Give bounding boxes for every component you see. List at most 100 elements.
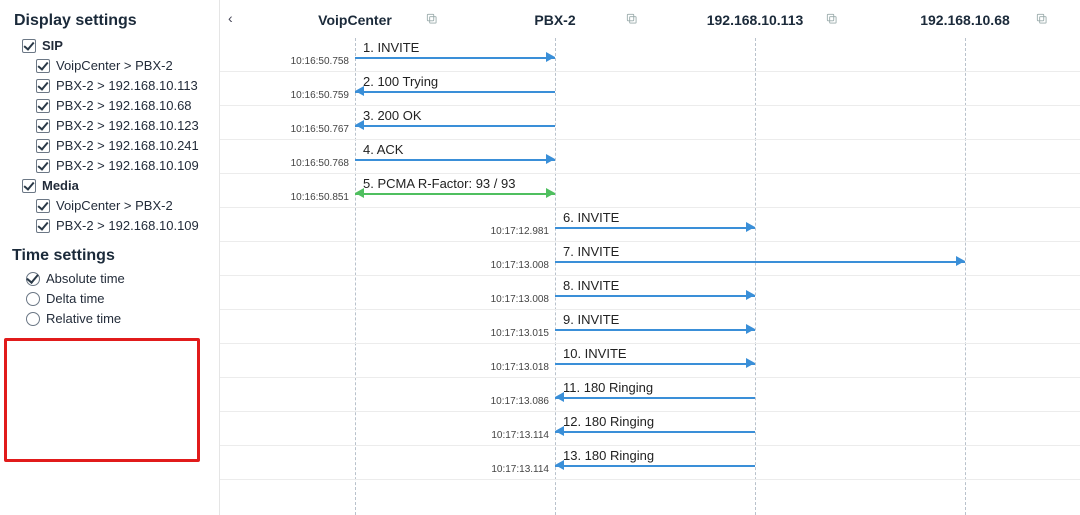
sip-item[interactable]: PBX-2 > 192.168.10.123 xyxy=(36,118,207,133)
copy-icon[interactable] xyxy=(825,12,841,28)
message-row[interactable]: 10:16:50.758 1. INVITE xyxy=(220,38,1080,72)
message-time: 10:17:13.008 xyxy=(479,260,549,271)
message-row[interactable]: 10:17:13.015 9. INVITE xyxy=(220,310,1080,344)
message-row[interactable]: 10:16:50.851 5. PCMA R-Factor: 93 / 93 xyxy=(220,174,1080,208)
display-settings-heading: Display settings xyxy=(14,12,207,30)
message-time: 10:17:13.018 xyxy=(479,362,549,373)
message-label: 5. PCMA R-Factor: 93 / 93 xyxy=(363,176,515,191)
radio-icon xyxy=(26,312,40,326)
arrow-right-icon xyxy=(746,324,755,334)
message-arrow-line xyxy=(355,91,555,93)
message-row[interactable]: 10:17:13.086 11. 180 Ringing xyxy=(220,378,1080,412)
message-time: 10:17:13.114 xyxy=(479,464,549,475)
message-arrow-line xyxy=(555,465,755,467)
message-row[interactable]: 10:17:13.0088. INVITE xyxy=(220,276,1080,310)
checkbox-icon xyxy=(22,179,36,193)
sip-item[interactable]: PBX-2 > 192.168.10.113 xyxy=(36,78,207,93)
message-arrow-line xyxy=(555,295,755,297)
copy-icon[interactable] xyxy=(425,12,441,28)
message-time: 10:16:50.768 xyxy=(279,158,349,169)
sip-group-label: SIP xyxy=(42,38,63,53)
arrow-left-icon xyxy=(555,392,564,402)
message-arrow-line xyxy=(555,329,755,331)
message-arrow-line xyxy=(555,397,755,399)
sip-item-label: VoipCenter > PBX-2 xyxy=(56,58,173,73)
arrow-right-icon xyxy=(546,154,555,164)
message-row[interactable]: 10:17:13.008 7. INVITE xyxy=(220,242,1080,276)
message-label: 3. 200 OK xyxy=(363,108,422,123)
checkbox-icon xyxy=(36,99,50,113)
sip-item[interactable]: PBX-2 > 192.168.10.241 xyxy=(36,138,207,153)
sip-item-label: PBX-2 > 192.168.10.68 xyxy=(56,98,192,113)
message-row[interactable]: 10:16:50.7592. 100 Trying xyxy=(220,72,1080,106)
time-settings-heading: Time settings xyxy=(12,247,207,265)
message-row[interactable]: 10:17:13.01810. INVITE xyxy=(220,344,1080,378)
arrow-right-icon xyxy=(546,52,555,62)
message-row[interactable]: 10:16:50.767 3. 200 OK xyxy=(220,106,1080,140)
message-time: 10:16:50.767 xyxy=(279,124,349,135)
message-label: 11. 180 Ringing xyxy=(563,380,653,395)
checkbox-icon xyxy=(36,139,50,153)
time-option-relative[interactable]: Relative time xyxy=(26,311,207,326)
sip-item[interactable]: PBX-2 > 192.168.10.109 xyxy=(36,158,207,173)
message-label: 13. 180 Ringing xyxy=(563,448,654,463)
copy-icon[interactable] xyxy=(1035,12,1051,28)
message-row[interactable]: 10:17:13.114 13. 180 Ringing xyxy=(220,446,1080,480)
checkbox-icon xyxy=(36,79,50,93)
message-time: 10:16:50.758 xyxy=(279,56,349,67)
message-row[interactable]: 10:17:13.11412. 180 Ringing xyxy=(220,412,1080,446)
lane-header: PBX-2 xyxy=(475,0,635,28)
message-row[interactable]: 10:17:12.9816. INVITE xyxy=(220,208,1080,242)
copy-icon[interactable] xyxy=(625,12,641,28)
message-arrow-line xyxy=(555,261,965,263)
checkbox-icon xyxy=(36,59,50,73)
message-time: 10:17:13.114 xyxy=(479,430,549,441)
time-label-relative: Relative time xyxy=(46,311,121,326)
media-item-label: PBX-2 > 192.168.10.109 xyxy=(56,218,199,233)
arrow-left-icon xyxy=(355,188,364,198)
media-item[interactable]: PBX-2 > 192.168.10.109 xyxy=(36,218,207,233)
message-arrow-line xyxy=(355,193,555,195)
arrow-left-icon xyxy=(555,460,564,470)
sip-group-toggle[interactable]: SIP xyxy=(22,38,207,53)
media-group-toggle[interactable]: Media xyxy=(22,178,207,193)
highlight-annotation xyxy=(4,338,200,462)
arrow-right-icon xyxy=(746,358,755,368)
lane-header: VoipCenter xyxy=(275,0,435,28)
message-time: 10:16:50.851 xyxy=(279,192,349,203)
sip-item[interactable]: VoipCenter > PBX-2 xyxy=(36,58,207,73)
arrow-right-icon xyxy=(746,222,755,232)
arrow-left-icon xyxy=(555,426,564,436)
sip-item-label: PBX-2 > 192.168.10.241 xyxy=(56,138,199,153)
message-label: 9. INVITE xyxy=(563,312,619,327)
message-time: 10:17:13.008 xyxy=(479,294,549,305)
sip-item-label: PBX-2 > 192.168.10.123 xyxy=(56,118,199,133)
media-item[interactable]: VoipCenter > PBX-2 xyxy=(36,198,207,213)
checkbox-icon xyxy=(36,119,50,133)
lane-header: 192.168.10.68 xyxy=(885,0,1045,28)
time-option-absolute[interactable]: Absolute time xyxy=(26,271,207,286)
checkbox-icon xyxy=(22,39,36,53)
time-label-delta: Delta time xyxy=(46,291,105,306)
sip-item-label: PBX-2 > 192.168.10.113 xyxy=(56,78,198,93)
arrow-left-icon xyxy=(355,86,364,96)
arrow-right-icon xyxy=(746,290,755,300)
message-time: 10:17:12.981 xyxy=(479,226,549,237)
time-label-absolute: Absolute time xyxy=(46,271,125,286)
media-group-label: Media xyxy=(42,178,79,193)
message-time: 10:17:13.015 xyxy=(479,328,549,339)
sidebar: Display settings SIP VoipCenter > PBX-2 P… xyxy=(0,0,220,515)
sip-item-label: PBX-2 > 192.168.10.109 xyxy=(56,158,199,173)
message-label: 7. INVITE xyxy=(563,244,619,259)
checkbox-icon xyxy=(36,159,50,173)
sip-item[interactable]: PBX-2 > 192.168.10.68 xyxy=(36,98,207,113)
message-arrow-line xyxy=(355,57,555,59)
message-time: 10:17:13.086 xyxy=(479,396,549,407)
message-row[interactable]: 10:16:50.768 4. ACK xyxy=(220,140,1080,174)
message-arrow-line xyxy=(555,227,755,229)
checkbox-icon xyxy=(36,219,50,233)
time-option-delta[interactable]: Delta time xyxy=(26,291,207,306)
message-label: 4. ACK xyxy=(363,142,403,157)
message-time: 10:16:50.759 xyxy=(279,90,349,101)
message-label: 1. INVITE xyxy=(363,40,419,55)
